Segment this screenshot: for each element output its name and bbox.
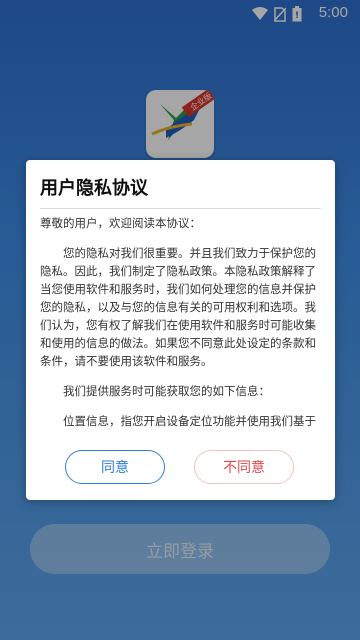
app-screen: ! 5:00 企业版 立即登录 用户隐私协议 尊敬的用户，欢迎阅读本协议： 您的… <box>0 0 360 640</box>
dialog-content[interactable]: 尊敬的用户，欢迎阅读本协议： 您的隐私对我们很重要。并且我们致力于保护您的隐私。… <box>40 214 321 432</box>
disagree-button[interactable]: 不同意 <box>194 450 294 484</box>
privacy-dialog: 用户隐私协议 尊敬的用户，欢迎阅读本协议： 您的隐私对我们很重要。并且我们致力于… <box>26 160 335 500</box>
greeting-text: 尊敬的用户，欢迎阅读本协议： <box>40 216 201 230</box>
dialog-title: 用户隐私协议 <box>40 178 148 199</box>
agree-button[interactable]: 同意 <box>65 450 165 484</box>
policy-paragraph: 位置信息，指您开启设备定位功能并使用我们基于位置提供的相关服务时，收集的有关您位… <box>63 414 316 428</box>
policy-paragraph: 您的隐私对我们很重要。并且我们致力于保护您的隐私。因此，我们制定了隐私政策。本隐… <box>40 246 316 368</box>
dialog-divider <box>40 208 321 209</box>
policy-paragraph: 我们提供服务时可能获取您的如下信息： <box>63 384 270 398</box>
